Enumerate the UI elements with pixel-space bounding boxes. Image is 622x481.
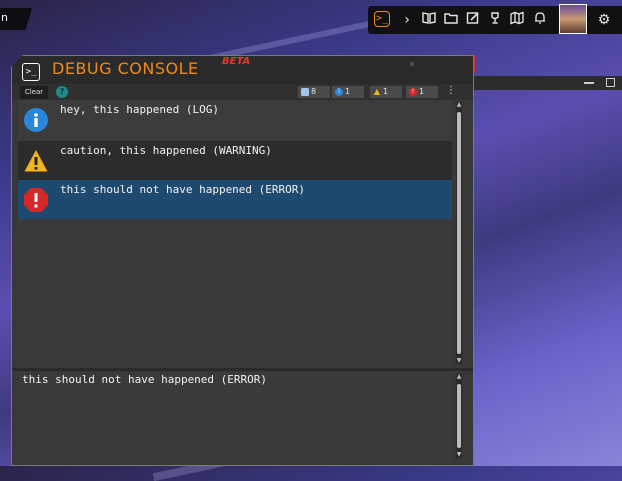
detail-scrollbar[interactable]: ▲ ▼ [456,374,462,458]
count-warning-value: 1 [383,87,389,96]
log-message: this should not have happened (ERROR) [60,183,306,196]
info-icon [24,108,48,132]
count-all-value: 8 [311,87,317,96]
error-icon [24,188,48,212]
topbar-toolbar: >_ › ⚙ [368,4,622,34]
top-bar: n >_ › ⚙ [0,0,622,36]
filter-warning-count[interactable]: ▲ 1 [370,86,402,98]
folder-icon[interactable] [442,11,460,29]
help-button[interactable]: ? [56,86,68,98]
log-message: hey, this happened (LOG) [60,103,219,116]
console-titlebar[interactable]: >_ DEBUG CONSOLE BETA [12,56,473,84]
scrollbar-thumb[interactable] [457,112,461,354]
scroll-up-icon[interactable]: ▲ [456,374,462,380]
detail-message[interactable]: this should not have happened (ERROR) [22,373,267,386]
warning-icon [24,150,48,172]
dock-icon[interactable] [606,78,615,87]
filter-error-count[interactable]: ! 1 [406,86,438,98]
trophy-icon[interactable] [486,11,504,29]
chevron-right-icon[interactable]: › [398,11,416,29]
scrollbar-thumb[interactable] [457,384,461,448]
bell-icon[interactable] [531,11,549,29]
more-menu-icon[interactable]: ⋮ [446,85,456,96]
clear-button[interactable]: Clear [20,86,48,99]
avatar[interactable] [559,4,587,34]
edit-icon[interactable] [464,11,482,29]
filter-log-count[interactable]: i1 [332,86,364,98]
log-list-scrollbar[interactable]: ▲ ▼ [456,102,462,364]
error-icon: ! [409,88,417,96]
filter-all-count[interactable]: 8 [298,86,330,98]
warning-icon: ▲ [373,87,381,96]
map-icon[interactable] [508,11,526,29]
log-entry[interactable]: hey, this happened (LOG) [18,100,452,139]
console-icon[interactable]: >_ [374,11,390,27]
topbar-left-tab[interactable]: n [0,8,32,30]
count-error-value: 1 [419,87,425,96]
split-divider[interactable] [12,368,473,371]
debug-console-window: >_ DEBUG CONSOLE BETA Clear ? 8 i1 ▲ 1 ! 1… [11,55,474,466]
document-icon [301,88,309,96]
info-icon: i [335,88,343,96]
log-entry[interactable]: caution, this happened (WARNING) [18,141,452,180]
console-title: DEBUG CONSOLE [52,59,199,78]
console-toolbar: Clear ? 8 i1 ▲ 1 ! 1 ⋮ [12,84,473,100]
background-panel-header [466,76,622,90]
log-entry-selected[interactable]: this should not have happened (ERROR) [18,180,452,219]
beta-badge: BETA [222,56,251,67]
scroll-down-icon[interactable]: ▼ [456,358,462,364]
detail-pane: this should not have happened (ERROR) [18,372,452,462]
console-icon: >_ [22,63,40,81]
titlebar-dot [410,62,414,66]
minimize-icon[interactable] [584,82,594,84]
count-log-value: 1 [345,87,351,96]
book-icon[interactable] [420,11,438,29]
log-message: caution, this happened (WARNING) [60,144,272,157]
log-list: hey, this happened (LOG) caution, this h… [18,100,452,366]
scroll-down-icon[interactable]: ▼ [456,452,462,458]
scroll-up-icon[interactable]: ▲ [456,102,462,108]
gear-icon[interactable]: ⚙ [595,11,613,29]
topbar-left-text: n [1,11,8,24]
